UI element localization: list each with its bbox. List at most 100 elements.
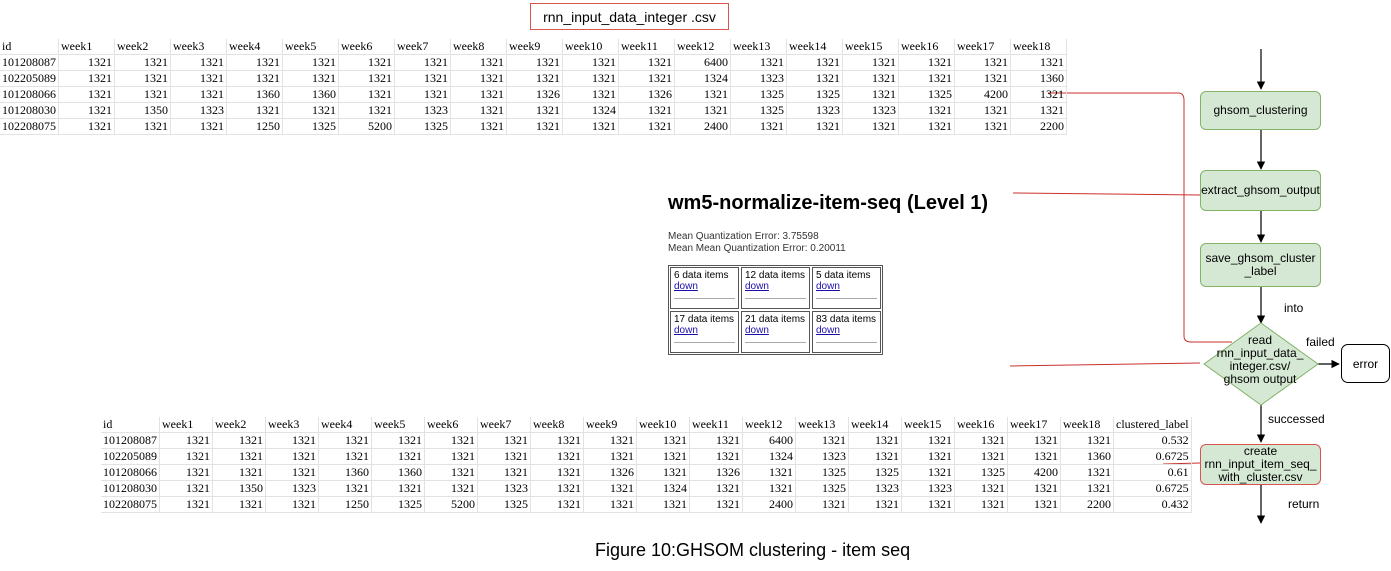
ghsom-unit-cell: 17 data items down — [670, 311, 739, 353]
table-cell: 1321 — [583, 496, 637, 513]
ghsom-unit-cell: 6 data items down — [670, 267, 739, 309]
down-link[interactable]: down — [745, 325, 806, 336]
table-cell: 1360 — [1010, 70, 1067, 87]
table-cell: 1321 — [265, 448, 319, 465]
save-cluster-label-text: save_ghsom_cluster _label — [1203, 252, 1317, 278]
table-cell: 1321 — [954, 448, 1008, 465]
column-header: week2 — [212, 417, 266, 433]
table-cell: 1321 — [636, 496, 690, 513]
column-header: week15 — [901, 417, 955, 433]
table-cell: 2200 — [1010, 118, 1067, 135]
column-header: week13 — [795, 417, 849, 433]
table-cell: 102205089 — [0, 70, 59, 87]
table-cell: 1323 — [730, 70, 787, 87]
cell-divider — [674, 342, 735, 343]
table-cell: 1321 — [848, 448, 902, 465]
column-header: week10 — [562, 39, 619, 55]
table-cell: 1321 — [786, 70, 843, 87]
create-line3: with_cluster.csv — [1218, 470, 1303, 484]
extract-ghsom-output-node: extract_ghsom_output — [1200, 170, 1321, 211]
table-cell: 2400 — [674, 118, 731, 135]
table-cell: 1321 — [338, 102, 395, 119]
table-row: 101208030 1321 1350 1323 1321 1321 1321 1323 132… — [101, 480, 1192, 497]
table-cell: 1321 — [674, 86, 731, 103]
create-line2: rnn_input_item_seq_ — [1204, 457, 1317, 471]
unit-count-label: 5 data items — [816, 270, 871, 281]
table-cell: 1321 — [318, 432, 372, 449]
table-cell: 1325 — [371, 496, 425, 513]
mean-mean-quantization-error: Mean Mean Quantization Error: 0.20011 — [668, 243, 846, 254]
table-cell: 5200 — [338, 118, 395, 135]
table-cell: 1321 — [730, 54, 787, 71]
table-cell: 1321 — [371, 448, 425, 465]
read-line1: read — [1247, 333, 1273, 347]
ghsom-unit-cell: 21 data items down — [741, 311, 810, 353]
ghsom-clustering-label: ghsom_clustering — [1213, 103, 1308, 117]
table-cell: 1321 — [114, 86, 171, 103]
table-cell: 1321 — [506, 102, 563, 119]
table-cell: 1325 — [730, 86, 787, 103]
create-output-text: create rnn_input_item_seq_ with_cluster.cs… — [1202, 445, 1318, 484]
column-header: week2 — [114, 39, 171, 55]
column-header: week1 — [159, 417, 213, 433]
table-cell: 102208075 — [101, 496, 160, 513]
red-link-report-to-extract — [1012, 192, 1201, 196]
table-row: 101208030 1321 1350 1323 1321 1321 1321 1323 132… — [0, 102, 1067, 119]
table-cell: 1321 — [1060, 464, 1114, 481]
table-cell: 1321 — [338, 86, 395, 103]
table-cell: 1321 — [954, 432, 1008, 449]
down-link[interactable]: down — [674, 325, 735, 336]
red-link-to-decision — [1009, 362, 1201, 367]
table-cell: 1323 — [265, 480, 319, 497]
unit-count-label: 12 data items — [745, 270, 806, 281]
table-row: 102208075 1321 1321 1321 1250 1325 5200 1325 132… — [0, 118, 1067, 135]
table-cell: 0.61 — [1113, 464, 1192, 481]
table-cell: 1321 — [212, 496, 266, 513]
table-cell: 1321 — [226, 102, 283, 119]
table-cell: 1321 — [618, 102, 675, 119]
table-cell: 1360 — [371, 464, 425, 481]
table-cell: 1321 — [786, 118, 843, 135]
column-header: week8 — [450, 39, 507, 55]
table-cell: 1321 — [530, 464, 584, 481]
extract-ghsom-output-label: extract_ghsom_output — [1201, 183, 1320, 197]
table-cell: 1325 — [898, 86, 955, 103]
table-cell: 1321 — [394, 86, 451, 103]
down-link[interactable]: down — [745, 281, 806, 292]
report-title: wm5-normalize-item-seq (Level 1) — [668, 192, 989, 214]
table-cell: 1321 — [450, 118, 507, 135]
column-header: week4 — [318, 417, 372, 433]
read-line2: rnn_input_data_ — [1216, 346, 1304, 360]
column-header: id — [101, 417, 160, 433]
table-cell: 1321 — [530, 432, 584, 449]
column-header: week14 — [848, 417, 902, 433]
table-cell: 1321 — [1007, 448, 1061, 465]
column-header: week11 — [618, 39, 675, 55]
table-cell: 0.6725 — [1113, 480, 1192, 497]
table-cell: 1321 — [424, 464, 478, 481]
column-header: week5 — [371, 417, 425, 433]
file-title: rnn_input_data_integer .csv — [530, 3, 729, 30]
table-cell: 1321 — [371, 432, 425, 449]
table-cell: 1321 — [265, 464, 319, 481]
column-header: week3 — [265, 417, 319, 433]
down-link[interactable]: down — [674, 281, 735, 292]
table-row: 102208075 1321 1321 1321 1250 1325 5200 1325 132… — [101, 496, 1192, 513]
failed-label: failed — [1306, 335, 1335, 349]
clustered-output-table: id week1 week2 week3 week4 week5 week6 week7 wee… — [101, 417, 1192, 513]
table-cell: 1321 — [477, 432, 531, 449]
table-row: 102205089 1321 1321 1321 1321 1321 1321 1321 132… — [101, 448, 1192, 465]
table-cell: 1323 — [477, 480, 531, 497]
figure-caption: Figure 10:GHSOM clustering - item seq — [595, 540, 911, 560]
table-cell: 1360 — [282, 86, 339, 103]
down-link[interactable]: down — [816, 281, 877, 292]
down-link[interactable]: down — [816, 325, 877, 336]
table-cell: 1321 — [318, 480, 372, 497]
table-cell: 1321 — [848, 432, 902, 449]
column-header: week17 — [954, 39, 1011, 55]
table-cell: 4200 — [1007, 464, 1061, 481]
read-line4: ghsom output — [1223, 372, 1297, 386]
column-header: week6 — [424, 417, 478, 433]
input-data-table: id week1 week2 week3 week4 week5 week6 week7 wee… — [0, 39, 1067, 135]
table-cell: 1321 — [901, 432, 955, 449]
